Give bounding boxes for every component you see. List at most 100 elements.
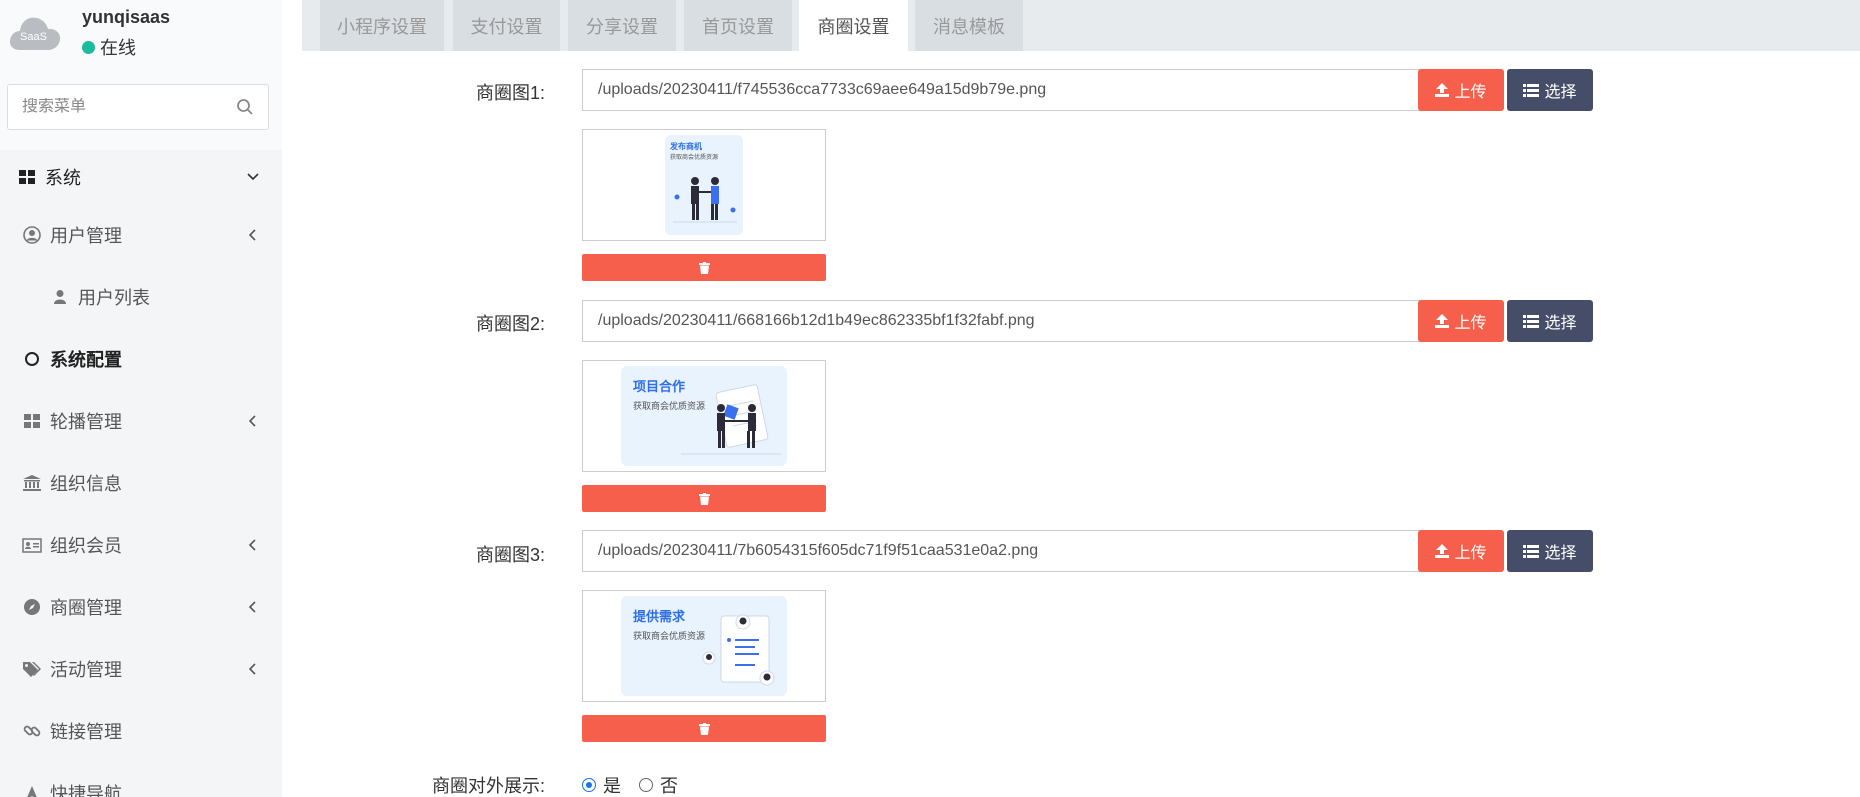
- id-card-icon: [22, 535, 42, 555]
- navigation-icon: [22, 783, 42, 797]
- list-icon: [1523, 314, 1540, 328]
- handshake-illustration-icon: [673, 177, 737, 223]
- user-status-text: 在线: [100, 38, 136, 58]
- menu-label-quick-nav: 快捷导航: [50, 784, 122, 797]
- public-display-yes-label: 是: [603, 776, 621, 796]
- sidebar: SaaS yunqisaas 在线 系统: [0, 0, 282, 797]
- image1-label: 商圈图1:: [475, 83, 545, 103]
- requirements-illustration-icon: [702, 614, 775, 686]
- menu-label-user-list: 用户列表: [78, 288, 150, 308]
- tab-message-template[interactable]: 消息模板: [915, 0, 1023, 51]
- menu-item-activity[interactable]: 活动管理: [0, 638, 282, 700]
- search-icon[interactable]: [236, 98, 254, 116]
- trash-icon: [698, 492, 710, 505]
- upload-icon: [1435, 83, 1450, 97]
- user-icon: [50, 287, 70, 307]
- cooperation-illustration-icon: [681, 384, 781, 455]
- public-display-label: 商圈对外展示:: [431, 776, 545, 796]
- chevron-left-icon: [248, 539, 256, 551]
- grid-icon: [17, 167, 37, 187]
- menu-item-links[interactable]: 链接管理: [0, 700, 282, 762]
- compass-icon: [22, 597, 42, 617]
- app-root: SaaS yunqisaas 在线 系统: [0, 0, 1860, 797]
- image1-thumbnail: 发布商机 获取商会优质资源: [665, 135, 743, 235]
- chevron-left-icon: [248, 601, 256, 613]
- upload-label: 上传: [1454, 545, 1487, 562]
- menu-item-carousel[interactable]: 轮播管理: [0, 390, 282, 452]
- image2-delete-button[interactable]: [582, 485, 826, 512]
- institution-icon: [22, 473, 42, 493]
- grid-icon: [22, 411, 42, 431]
- tab-miniprogram[interactable]: 小程序设置: [320, 0, 444, 51]
- list-icon: [1523, 83, 1540, 97]
- image1-upload-button[interactable]: 上传: [1418, 69, 1504, 111]
- menu-item-quick-nav[interactable]: 快捷导航: [0, 762, 282, 797]
- menu-label-circle-mgmt: 商圈管理: [50, 598, 122, 618]
- avatar: SaaS: [8, 12, 62, 52]
- image3-select-button[interactable]: 选择: [1507, 530, 1593, 572]
- image2-select-button[interactable]: 选择: [1507, 300, 1593, 342]
- menu-label-org-member: 组织会员: [50, 536, 122, 556]
- upload-icon: [1435, 544, 1450, 558]
- image3-path-input[interactable]: /uploads/20230411/7b6054315f605dc71f9f51…: [582, 530, 1420, 572]
- main-content: 小程序设置 支付设置 分享设置 首页设置 商圈设置 消息模板 商圈图1: /up…: [302, 0, 1860, 797]
- image2-thumbnail: 项目合作 获取商会优质资源: [621, 366, 787, 466]
- image2-preview: 项目合作 获取商会优质资源: [582, 360, 826, 472]
- tab-share[interactable]: 分享设置: [568, 0, 676, 51]
- menu-label-org-info: 组织信息: [50, 474, 122, 494]
- settings-tabbar: 小程序设置 支付设置 分享设置 首页设置 商圈设置 消息模板: [302, 0, 1860, 51]
- select-label: 选择: [1544, 545, 1577, 562]
- select-label: 选择: [1544, 84, 1577, 101]
- trash-icon: [698, 261, 710, 274]
- circle-outline-icon: [22, 349, 42, 369]
- image2-upload-button[interactable]: 上传: [1418, 300, 1504, 342]
- list-icon: [1523, 544, 1540, 558]
- public-display-no-label: 否: [660, 776, 678, 796]
- select-label: 选择: [1544, 315, 1577, 332]
- menu-item-system[interactable]: 系统: [0, 150, 282, 204]
- chevron-left-icon: [248, 415, 256, 427]
- tab-payment[interactable]: 支付设置: [453, 0, 560, 51]
- menu-label-sys-config: 系统配置: [50, 350, 122, 370]
- tab-homepage[interactable]: 首页设置: [684, 0, 792, 51]
- menu-item-org-info[interactable]: 组织信息: [0, 452, 282, 514]
- menu-label-links: 链接管理: [50, 722, 122, 742]
- menu-label-user-mgmt: 用户管理: [50, 226, 122, 246]
- image3-preview: 提供需求 获取商会优质资源: [582, 590, 826, 702]
- sidebar-user-panel: SaaS yunqisaas 在线: [0, 0, 282, 150]
- upload-label: 上传: [1454, 315, 1487, 332]
- image1-path-input[interactable]: /uploads/20230411/f745536cca7733c69aee64…: [582, 69, 1420, 111]
- online-status-dot-icon: [82, 40, 95, 54]
- image1-delete-button[interactable]: [582, 254, 826, 281]
- menu-item-sys-config[interactable]: 系统配置: [0, 328, 282, 390]
- user-circle-icon: [22, 225, 42, 245]
- menu-item-user-list[interactable]: 用户列表: [0, 266, 282, 328]
- link-icon: [22, 721, 42, 741]
- public-display-yes-radio[interactable]: [582, 778, 596, 792]
- user-status: 在线: [82, 34, 136, 60]
- image1-select-button[interactable]: 选择: [1507, 69, 1593, 111]
- image2-path-input[interactable]: /uploads/20230411/668166b12d1b49ec862335…: [582, 300, 1420, 342]
- image2-label: 商圈图2:: [475, 314, 545, 334]
- menu-label-system: 系统: [45, 168, 81, 188]
- image3-delete-button[interactable]: [582, 715, 826, 742]
- trash-icon: [698, 722, 710, 735]
- menu-item-circle-mgmt[interactable]: 商圈管理: [0, 576, 282, 638]
- chevron-left-icon: [248, 663, 256, 675]
- menu-label-carousel: 轮播管理: [50, 412, 122, 432]
- avatar-label: SaaS: [20, 31, 47, 43]
- tags-icon: [22, 659, 42, 679]
- menu-search-input[interactable]: [22, 98, 236, 116]
- menu-item-user-mgmt[interactable]: 用户管理: [0, 204, 282, 266]
- upload-icon: [1435, 314, 1450, 328]
- image3-upload-button[interactable]: 上传: [1418, 530, 1504, 572]
- public-display-radio-group: 是 否: [582, 772, 678, 797]
- upload-label: 上传: [1454, 84, 1487, 101]
- menu-item-org-member[interactable]: 组织会员: [0, 514, 282, 576]
- chevron-down-icon: [247, 173, 259, 181]
- menu-search: [7, 84, 269, 130]
- menu-label-activity: 活动管理: [50, 660, 122, 680]
- public-display-no-radio[interactable]: [639, 778, 653, 792]
- tab-business-circle[interactable]: 商圈设置: [799, 0, 908, 51]
- image3-thumbnail: 提供需求 获取商会优质资源: [621, 596, 787, 696]
